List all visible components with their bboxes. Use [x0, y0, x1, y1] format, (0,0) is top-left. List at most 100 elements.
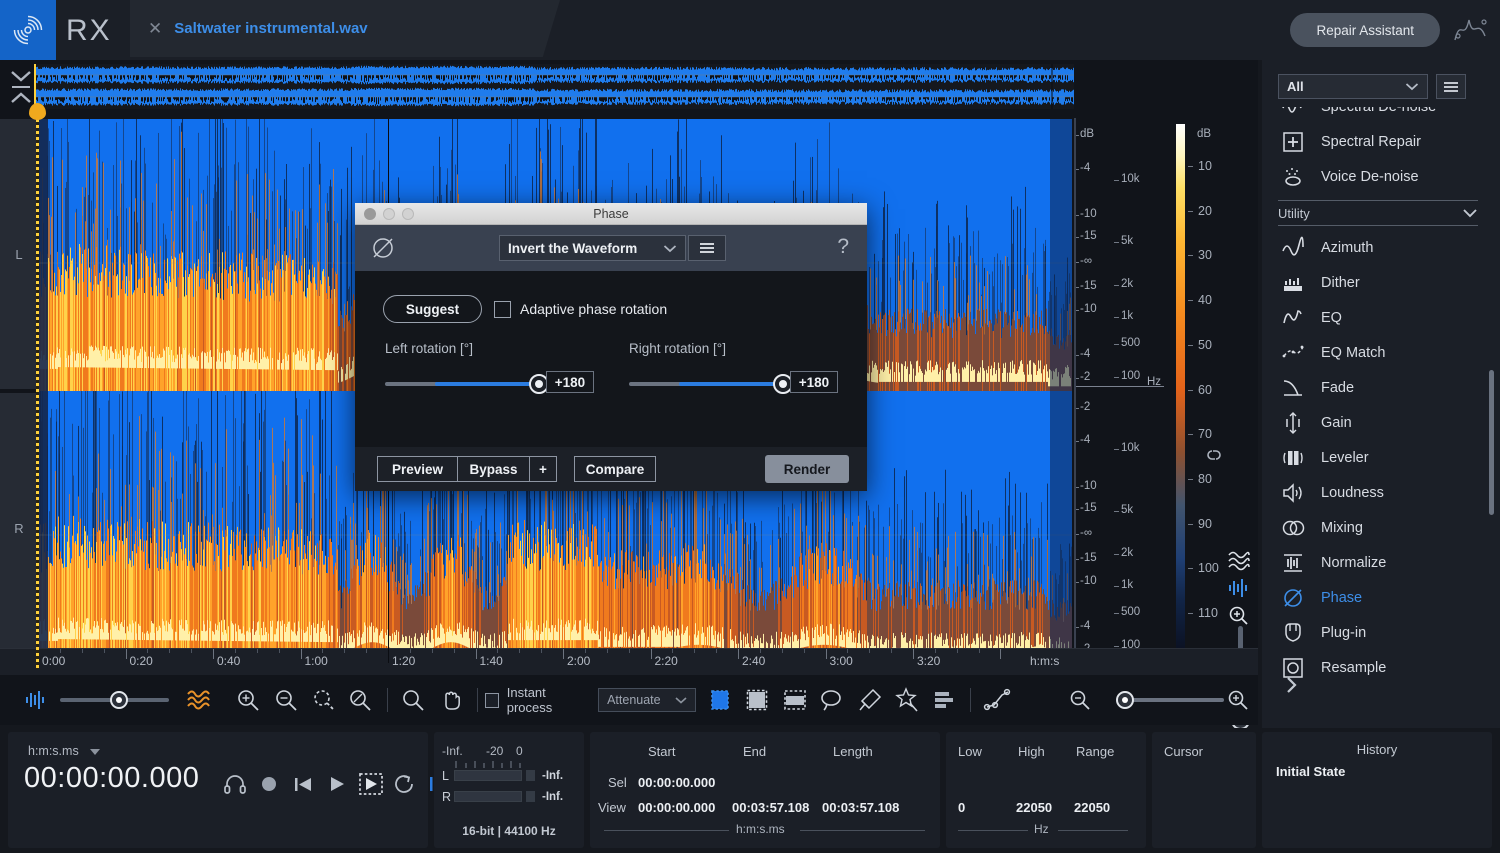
time-ruler-tick	[301, 649, 302, 659]
module-item-dither[interactable]: Dither	[1262, 265, 1500, 300]
repair-assistant-button[interactable]: Repair Assistant	[1290, 13, 1440, 47]
frequency-low-value[interactable]: 0	[958, 800, 965, 815]
lasso-selection-tool-icon[interactable]	[817, 683, 848, 717]
zoom-out-icon[interactable]	[271, 683, 302, 717]
brush-selection-tool-icon[interactable]	[854, 683, 885, 717]
zoom-out-icon[interactable]	[1065, 683, 1096, 717]
time-ruler-minor-tick	[629, 649, 630, 653]
harmonic-selection-tool-icon[interactable]	[929, 683, 960, 717]
play-selection-icon[interactable]	[356, 770, 386, 798]
tab-title: Saltwater instrumental.wav	[174, 20, 367, 37]
history-item[interactable]: Initial State	[1276, 764, 1345, 779]
hand-pan-tool-icon[interactable]	[435, 683, 466, 717]
adaptive-phase-rotation-checkbox[interactable]	[494, 301, 511, 318]
module-item-azimuth[interactable]: Azimuth	[1262, 230, 1500, 265]
zoom-reset-icon[interactable]	[346, 683, 377, 717]
close-icon[interactable]: ✕	[148, 20, 162, 37]
playhead-marker-icon[interactable]	[29, 103, 46, 120]
audio-level-icon[interactable]	[20, 683, 51, 717]
rx-spiral-logo-icon[interactable]	[0, 0, 56, 60]
waveform-squiggle-icon[interactable]	[1450, 14, 1490, 46]
selection-sel-start[interactable]: 00:00:00.000	[638, 775, 715, 790]
frequency-selection-tool-icon[interactable]	[779, 683, 810, 717]
time-ruler[interactable]: 0:000:200:401:001:201:402:002:202:403:00…	[0, 648, 1258, 675]
minimize-window-button[interactable]	[383, 208, 395, 220]
chevron-right-icon[interactable]	[1282, 675, 1310, 701]
close-window-button[interactable]	[364, 208, 376, 220]
dialog-title-bar[interactable]: Phase	[355, 203, 867, 225]
time-selection-tool-icon[interactable]	[704, 683, 735, 717]
time-frequency-selection-tool-icon[interactable]	[742, 683, 773, 717]
module-item-leveler[interactable]: Leveler	[1262, 440, 1500, 475]
module-item-label: Voice De-noise	[1321, 169, 1419, 185]
hamburger-menu-icon[interactable]	[1436, 74, 1466, 99]
selection-unit-label: h:m:s.ms	[736, 822, 785, 836]
horizontal-zoom-knob[interactable]	[1116, 691, 1134, 709]
overview-waveform[interactable]	[34, 64, 1074, 109]
module-group-utility[interactable]: Utility	[1278, 200, 1478, 226]
preset-menu-icon[interactable]	[688, 235, 726, 261]
module-item-eq[interactable]: EQ	[1262, 300, 1500, 335]
db-axis-tick-label: -4	[1080, 620, 1090, 632]
frequency-axis: 10k5k2k1k50010010k5k2k1k500100Hz	[1114, 118, 1164, 663]
left-rotation-slider[interactable]	[385, 375, 540, 393]
maximize-window-button[interactable]	[402, 208, 414, 220]
sidebar-scrollbar[interactable]	[1489, 370, 1494, 515]
envelope-tool-icon[interactable]	[981, 683, 1012, 717]
module-item-eq-match[interactable]: EQ Match	[1262, 335, 1500, 370]
attenuate-dropdown[interactable]: Attenuate	[598, 688, 696, 712]
module-item-spectral-repair[interactable]: Spectral Repair	[1262, 124, 1500, 159]
headphones-monitor-icon[interactable]	[220, 770, 250, 798]
selection-view-end[interactable]: 00:03:57.108	[732, 800, 809, 815]
module-item-spectral-de-noise[interactable]: Spectral De-noise	[1262, 107, 1500, 124]
compare-button[interactable]: Compare	[574, 456, 656, 482]
selection-view-start[interactable]: 00:00:00.000	[638, 800, 715, 815]
skip-to-start-icon[interactable]	[288, 770, 318, 798]
module-item-voice-de-noise[interactable]: Voice De-noise	[1262, 159, 1500, 194]
zoom-in-icon[interactable]	[1224, 683, 1255, 717]
module-item-plug-in[interactable]: Plug-in	[1262, 615, 1500, 650]
magnifier-tool-icon[interactable]	[398, 683, 429, 717]
right-rotation-value[interactable]: +180	[790, 371, 838, 393]
preset-dropdown[interactable]: Invert the Waveform	[499, 235, 686, 261]
link-chain-icon[interactable]	[955, 448, 977, 466]
left-rotation-value[interactable]: +180	[546, 371, 594, 393]
help-question-icon[interactable]: ?	[837, 235, 849, 259]
spectrogram-view-icon[interactable]	[1226, 548, 1254, 574]
preview-button[interactable]: Preview	[377, 456, 457, 482]
right-rotation-slider[interactable]	[629, 375, 784, 393]
module-filter-dropdown[interactable]: All	[1278, 74, 1428, 99]
module-list[interactable]: Spectral De-noiseSpectral Repair Voice De…	[1262, 107, 1500, 702]
frequency-high-value[interactable]: 22050	[1016, 800, 1052, 815]
module-item-loudness[interactable]: Loudness	[1262, 475, 1500, 510]
chevron-down-icon[interactable]	[90, 749, 100, 755]
collapse-expand-icon[interactable]	[6, 66, 36, 108]
bypass-button[interactable]: Bypass	[457, 456, 529, 482]
magic-wand-tool-icon[interactable]	[891, 683, 922, 717]
module-item-phase[interactable]: Phase	[1262, 580, 1500, 615]
module-item-normalize[interactable]: Normalize	[1262, 545, 1500, 580]
module-item-mixing[interactable]: Mixing	[1262, 510, 1500, 545]
document-tab[interactable]: ✕ Saltwater instrumental.wav	[130, 0, 560, 57]
instant-process-checkbox[interactable]	[485, 693, 499, 708]
module-item-fade[interactable]: Fade	[1262, 370, 1500, 405]
waveform-view-icon[interactable]	[1226, 576, 1254, 602]
current-time-display[interactable]: 00:00:00.000	[24, 762, 199, 795]
suggest-button[interactable]: Suggest	[383, 295, 482, 323]
module-item-gain[interactable]: Gain	[1262, 405, 1500, 440]
axis-tick	[1114, 344, 1119, 345]
add-preview-button[interactable]: +	[529, 456, 557, 482]
zoom-in-icon[interactable]	[234, 683, 265, 717]
gain-slider-knob[interactable]	[110, 691, 128, 709]
spectrogram-icon[interactable]	[183, 683, 214, 717]
axis-tick	[1114, 511, 1119, 512]
playhead-line[interactable]	[36, 113, 39, 669]
preview-label: Preview	[392, 462, 443, 477]
play-icon[interactable]	[322, 770, 352, 798]
gain-slider[interactable]	[60, 690, 169, 710]
render-button[interactable]: Render	[765, 455, 849, 483]
record-icon[interactable]	[254, 770, 284, 798]
zoom-to-selection-icon[interactable]	[308, 683, 339, 717]
loop-icon[interactable]	[390, 770, 420, 798]
horizontal-zoom-slider[interactable]	[1106, 690, 1215, 710]
